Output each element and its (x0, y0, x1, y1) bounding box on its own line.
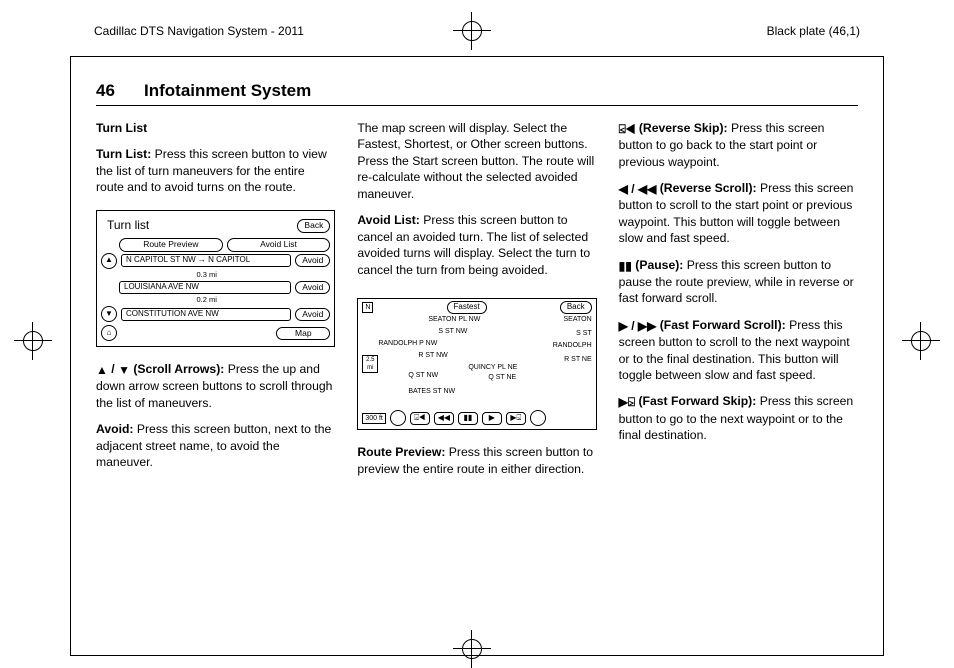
fast-forward-skip-label: (Fast Forward Skip): (635, 394, 756, 408)
fast-forward-scroll-label: (Fast Forward Scroll): (656, 318, 785, 332)
scroll-arrows-label: (Scroll Arrows): (130, 362, 224, 376)
column-2: The map screen will display. Select the … (357, 120, 596, 487)
reverse-scroll-icon: ◀ / ◀◀ (619, 182, 657, 196)
pause-icon: ▮▮ (619, 259, 632, 273)
fig1-street-1: N CAPITOL ST NW → N CAPITOL (121, 254, 291, 267)
fig1-avoid-list-button[interactable]: Avoid List (227, 238, 331, 251)
turn-list-heading: Turn List (96, 120, 335, 136)
route-preview-label: Route Preview: (357, 445, 445, 459)
fig1-back-button[interactable]: Back (297, 219, 330, 232)
fig2-circle-right-icon (530, 410, 546, 426)
up-arrow-icon[interactable]: ▲ (101, 253, 117, 269)
section-title: Infotainment System (144, 81, 311, 100)
fig1-dist-2: 0.2 mi (119, 295, 294, 305)
fig2-pause-button[interactable]: ▮▮ (458, 412, 478, 425)
turn-list-label: Turn List: (96, 147, 151, 161)
fig2-north-icon: N (362, 302, 373, 313)
fig1-dist-1: 0.3 mi (119, 270, 294, 280)
fig1-avoid-1[interactable]: Avoid (295, 254, 330, 267)
avoid-label: Avoid: (96, 422, 133, 436)
fig2-circle-left-icon (390, 410, 406, 426)
column-3: ⍃◀ (Reverse Skip): Press this screen but… (619, 120, 858, 487)
pause-label: (Pause): (632, 258, 683, 272)
fig2-fastest-button[interactable]: Fastest (447, 301, 487, 314)
fig2-reverse-skip-button[interactable]: ⍃◀ (410, 412, 430, 425)
running-head: 46Infotainment System (96, 81, 858, 106)
header-left: Cadillac DTS Navigation System - 2011 (94, 24, 304, 38)
scroll-up-icon: ▲ (96, 363, 108, 377)
reverse-skip-label: (Reverse Skip): (635, 121, 727, 135)
fig2-distance: 300 ft (362, 413, 386, 424)
reverse-skip-icon: ⍃◀ (619, 122, 636, 136)
scroll-down-icon: ▼ (118, 363, 130, 377)
down-arrow-icon[interactable]: ▼ (101, 306, 117, 322)
avoid-list-label: Avoid List: (357, 213, 420, 227)
fast-forward-scroll-icon: ▶ / ▶▶ (619, 319, 657, 333)
turn-list-figure: Turn list Back Route Preview Avoid List … (96, 210, 335, 347)
fig1-route-preview-button[interactable]: Route Preview (119, 238, 223, 251)
fig2-forward-scroll-button[interactable]: ▶ (482, 412, 502, 425)
col2-p1: The map screen will display. Select the … (357, 120, 596, 202)
fig2-scale: 2.5mi (362, 355, 378, 373)
route-preview-figure: N Fastest Back SEATON PL NW S ST NW RAND… (357, 298, 596, 430)
fast-forward-skip-icon: ▶⍄ (619, 395, 635, 409)
column-1: Turn List Turn List: Press this screen b… (96, 120, 335, 487)
header-right: Black plate (46,1) (767, 24, 860, 38)
fig1-avoid-3[interactable]: Avoid (295, 308, 330, 321)
fig2-back-button[interactable]: Back (560, 301, 592, 314)
fig1-title: Turn list (107, 217, 149, 233)
fig1-street-2: LOUISIANA AVE NW (119, 281, 291, 294)
registration-mark-top-icon (453, 12, 491, 50)
registration-mark-left-icon (14, 322, 52, 360)
page-number: 46 (96, 81, 144, 101)
page-frame: 46Infotainment System Turn List Turn Lis… (70, 56, 884, 656)
fig2-reverse-scroll-button[interactable]: ◀◀ (434, 412, 454, 425)
fig1-street-3: CONSTITUTION AVE NW (121, 308, 291, 321)
home-icon[interactable]: ⌂ (101, 325, 117, 341)
fig2-map-area: SEATON PL NW S ST NW RANDOLPH P NW R ST … (388, 315, 565, 405)
registration-mark-right-icon (902, 322, 940, 360)
reverse-scroll-label: (Reverse Scroll): (656, 181, 756, 195)
fig1-map-button[interactable]: Map (276, 327, 330, 340)
fig2-forward-skip-button[interactable]: ▶⍄ (506, 412, 526, 425)
fig1-avoid-2[interactable]: Avoid (295, 281, 330, 294)
